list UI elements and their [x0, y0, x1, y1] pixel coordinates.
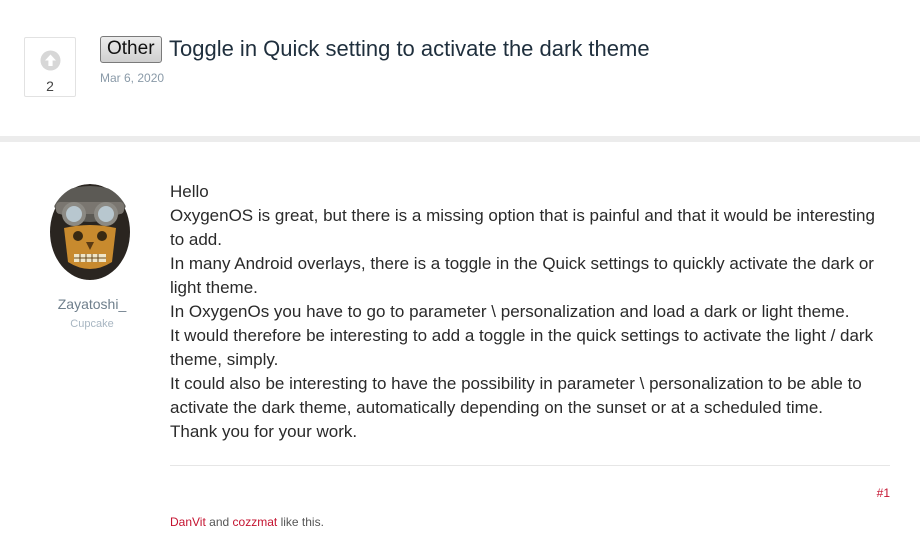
topic-title-row: Other Toggle in Quick setting to activat…	[100, 34, 650, 64]
post-line: OxygenOS is great, but there is a missin…	[170, 206, 875, 249]
post-line: In many Android overlays, there is a tog…	[170, 254, 874, 297]
vote-count: 2	[46, 78, 54, 94]
post-content: Hello OxygenOS is great, but there is a …	[170, 180, 890, 444]
reaction-summary: DanVit and cozzmat like this.	[170, 515, 324, 529]
reaction-joiner: and	[209, 515, 230, 529]
topic-date: Mar 6, 2020	[100, 71, 165, 85]
post-line: It could also be interesting to have the…	[170, 374, 862, 417]
post-line: It would therefore be interesting to add…	[170, 326, 874, 369]
author-name[interactable]: Zayatoshi_	[40, 296, 144, 312]
upvote-arrow-icon	[40, 50, 61, 71]
avatar[interactable]	[50, 184, 130, 280]
reaction-suffix: like this.	[280, 515, 324, 529]
topic-title: Toggle in Quick setting to activate the …	[168, 36, 650, 61]
post-line: Thank you for your work.	[170, 422, 358, 441]
post-line: In OxygenOs you have to go to parameter …	[170, 302, 850, 321]
post-permalink[interactable]: #1	[877, 486, 890, 500]
topic-header: 2 Other Toggle in Quick setting to activ…	[0, 0, 920, 136]
upvote-button[interactable]: 2	[24, 37, 76, 97]
reaction-user-link[interactable]: cozzmat	[233, 515, 278, 529]
post-line: Hello	[170, 182, 209, 201]
reaction-user-link[interactable]: DanVit	[170, 515, 206, 529]
post-divider	[170, 465, 890, 466]
header-divider	[0, 136, 920, 142]
topic-prefix-badge[interactable]: Other	[100, 35, 162, 63]
author-rank: Cupcake	[70, 318, 114, 330]
